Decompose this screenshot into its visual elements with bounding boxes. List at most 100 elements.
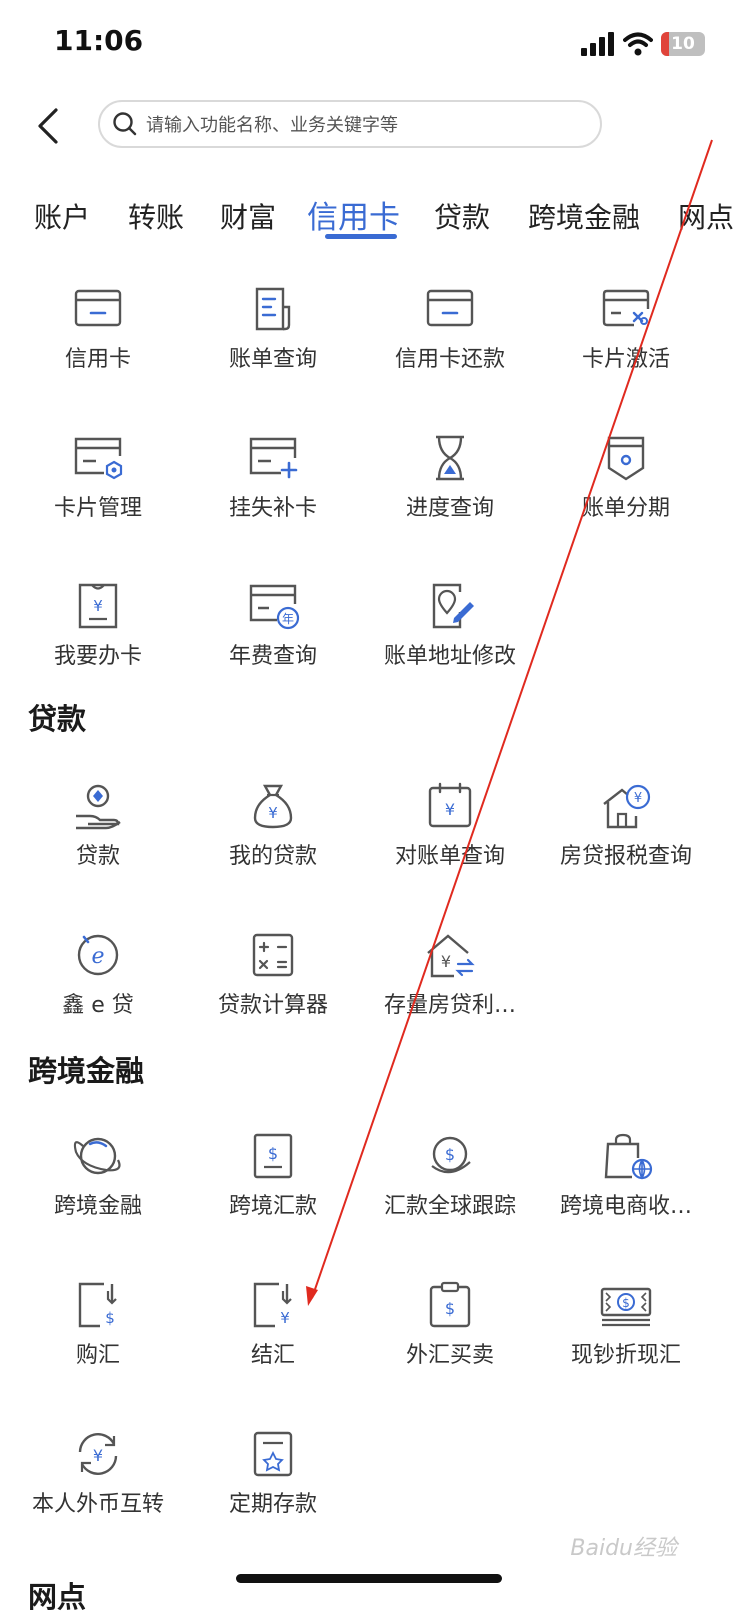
grid-item-label: 现钞折现汇	[570, 1343, 681, 1368]
fx-trade-icon: $	[429, 1281, 471, 1328]
grid-item-label: 本人外币互转	[31, 1492, 164, 1517]
grid-item-label: 鑫 e 贷	[62, 993, 134, 1018]
annual-fee-icon: 年	[249, 584, 300, 630]
grid-item-label: 跨境电商收…	[559, 1194, 692, 1219]
grid-item-currency-swap[interactable]: ¥ 本人外币互转	[8, 1430, 188, 1540]
grid-item-label: 挂失补卡	[228, 496, 317, 521]
active-tab-indicator	[325, 234, 397, 239]
grid-item-label: 购汇	[75, 1343, 120, 1368]
grid-item-remit-tracking[interactable]: $ 汇款全球跟踪	[360, 1132, 540, 1242]
grid-item-my-loans[interactable]: ¥ 我的贷款	[183, 782, 363, 892]
section-title-branch: 网点	[28, 1580, 87, 1614]
grid-item-e-loan[interactable]: e 鑫 e 贷	[8, 931, 188, 1041]
grid-item-house-rate[interactable]: ¥ 存量房贷利…	[360, 931, 540, 1041]
grid-item-settle-fx[interactable]: ¥ 结汇	[183, 1281, 363, 1391]
grid-item-card-activate[interactable]: 卡片激活	[536, 285, 716, 395]
status-bar: 11:06 10	[0, 0, 739, 90]
grid-item-ecommerce-receipt[interactable]: 跨境电商收…	[536, 1132, 716, 1242]
svg-text:$: $	[445, 1299, 455, 1318]
svg-text:¥: ¥	[441, 952, 451, 971]
grid-item-apply-card[interactable]: ¥ 我要办卡	[8, 582, 188, 692]
grid-item-label: 账单查询	[228, 347, 317, 372]
status-time: 11:06	[54, 24, 144, 57]
address-edit-icon	[432, 583, 474, 629]
grid-item-loan-calculator[interactable]: 贷款计算器	[183, 931, 363, 1041]
e-loan-icon: e	[77, 934, 119, 976]
grid-item-label: 跨境金融	[53, 1194, 142, 1219]
grid-item-buy-fx[interactable]: $ 购汇	[8, 1281, 188, 1391]
loans-row-1: 贷款 ¥ 我的贷款 ¥ 对账单查询 ¥ 房贷报税查询	[0, 782, 739, 892]
grid-item-house-tax[interactable]: ¥ 房贷报税查询	[536, 782, 716, 892]
grid-item-label: 我要办卡	[53, 644, 142, 669]
grid-item-address-edit[interactable]: 账单地址修改	[360, 582, 540, 692]
grid-item-label: 汇款全球跟踪	[383, 1194, 516, 1219]
chevron-left-icon	[38, 108, 58, 144]
globe-dollar-icon: $	[431, 1136, 471, 1174]
svg-text:¥: ¥	[93, 597, 103, 615]
grid-item-credit-card[interactable]: 信用卡	[8, 285, 188, 395]
grid-item-bill-inquiry[interactable]: 账单查询	[183, 285, 363, 395]
grid-item-card-manage[interactable]: 卡片管理	[8, 434, 188, 544]
home-indicator[interactable]	[236, 1574, 502, 1583]
settle-fx-icon: ¥	[253, 1282, 292, 1328]
search-input[interactable]: 请输入功能名称、业务关键字等	[98, 100, 602, 148]
grid-item-loan[interactable]: 贷款	[8, 782, 188, 892]
grid-item-progress-inquiry[interactable]: 进度查询	[360, 434, 540, 544]
loan-hand-icon	[76, 784, 121, 830]
section-title-loans: 贷款	[28, 702, 87, 736]
grid-item-label: 房贷报税查询	[559, 844, 692, 869]
grid-item-annual-fee[interactable]: 年 年费查询	[183, 582, 363, 692]
svg-text:¥: ¥	[268, 804, 278, 822]
grid-item-card-replace[interactable]: 挂失补卡	[183, 434, 363, 544]
deposit-icon	[253, 1431, 293, 1477]
grid-item-label: 贷款计算器	[217, 993, 328, 1018]
grid-item-card-repay[interactable]: 信用卡还款	[360, 285, 540, 395]
card-replace-icon	[249, 437, 298, 479]
credit-card-icon	[74, 289, 122, 327]
tab-credit-card[interactable]: 信用卡	[307, 192, 400, 237]
remit-doc-icon: $	[253, 1133, 293, 1179]
tab-branch[interactable]: 网点	[678, 196, 734, 236]
planet-icon	[73, 1137, 121, 1175]
grid-item-label: 进度查询	[405, 496, 494, 521]
card-repay-icon	[426, 289, 474, 327]
cash-note-icon: $	[600, 1287, 652, 1327]
category-tabs: 账户 转账 财富 信用卡 贷款 跨境金融 网点	[0, 190, 739, 250]
svg-text:¥: ¥	[280, 1309, 290, 1327]
tab-wealth[interactable]: 财富	[220, 196, 276, 236]
grid-item-fx-trade[interactable]: $ 外汇买卖	[360, 1281, 540, 1391]
grid-item-statement-inquiry[interactable]: ¥ 对账单查询	[360, 782, 540, 892]
back-button[interactable]	[28, 102, 68, 150]
svg-text:e: e	[91, 944, 104, 969]
tab-account[interactable]: 账户	[34, 196, 90, 236]
house-rate-icon: ¥	[427, 934, 475, 978]
crossborder-row-2: $ 购汇 ¥ 结汇 $ 外汇买卖 $ 现钞折现汇	[0, 1281, 739, 1391]
bill-inquiry-icon	[255, 287, 291, 331]
grid-item-fixed-deposit[interactable]: 定期存款	[183, 1430, 363, 1540]
grid-item-label: 账单地址修改	[383, 644, 516, 669]
card-activate-icon	[602, 289, 650, 327]
credit-row-3: ¥ 我要办卡 年 年费查询 账单地址修改	[0, 582, 739, 692]
apply-card-icon: ¥	[78, 583, 118, 629]
grid-item-label: 信用卡还款	[394, 347, 505, 372]
grid-item-installment[interactable]: 账单分期	[536, 434, 716, 544]
svg-text:¥: ¥	[93, 1446, 103, 1465]
tab-cross-border[interactable]: 跨境金融	[528, 196, 640, 236]
money-bag-icon: ¥	[253, 784, 293, 829]
grid-item-cash-to-remit[interactable]: $ 现钞折现汇	[536, 1281, 716, 1391]
tab-loans[interactable]: 贷款	[434, 196, 490, 236]
search-placeholder: 请输入功能名称、业务关键字等	[146, 115, 398, 136]
battery-indicator: 10	[661, 32, 705, 56]
grid-item-label: 贷款	[75, 844, 120, 869]
grid-item-cross-border-remit[interactable]: $ 跨境汇款	[183, 1132, 363, 1242]
tab-transfer[interactable]: 转账	[128, 196, 184, 236]
grid-item-cross-border-finance[interactable]: 跨境金融	[8, 1132, 188, 1242]
grid-item-label: 定期存款	[228, 1492, 317, 1517]
buy-fx-icon: $	[78, 1282, 117, 1328]
svg-text:$: $	[445, 1145, 455, 1164]
grid-item-label: 对账单查询	[394, 844, 505, 869]
currency-swap-icon: ¥	[78, 1433, 118, 1475]
card-manage-icon	[74, 437, 123, 480]
status-icons: 10	[581, 28, 705, 60]
grid-item-label: 存量房贷利…	[383, 993, 516, 1018]
